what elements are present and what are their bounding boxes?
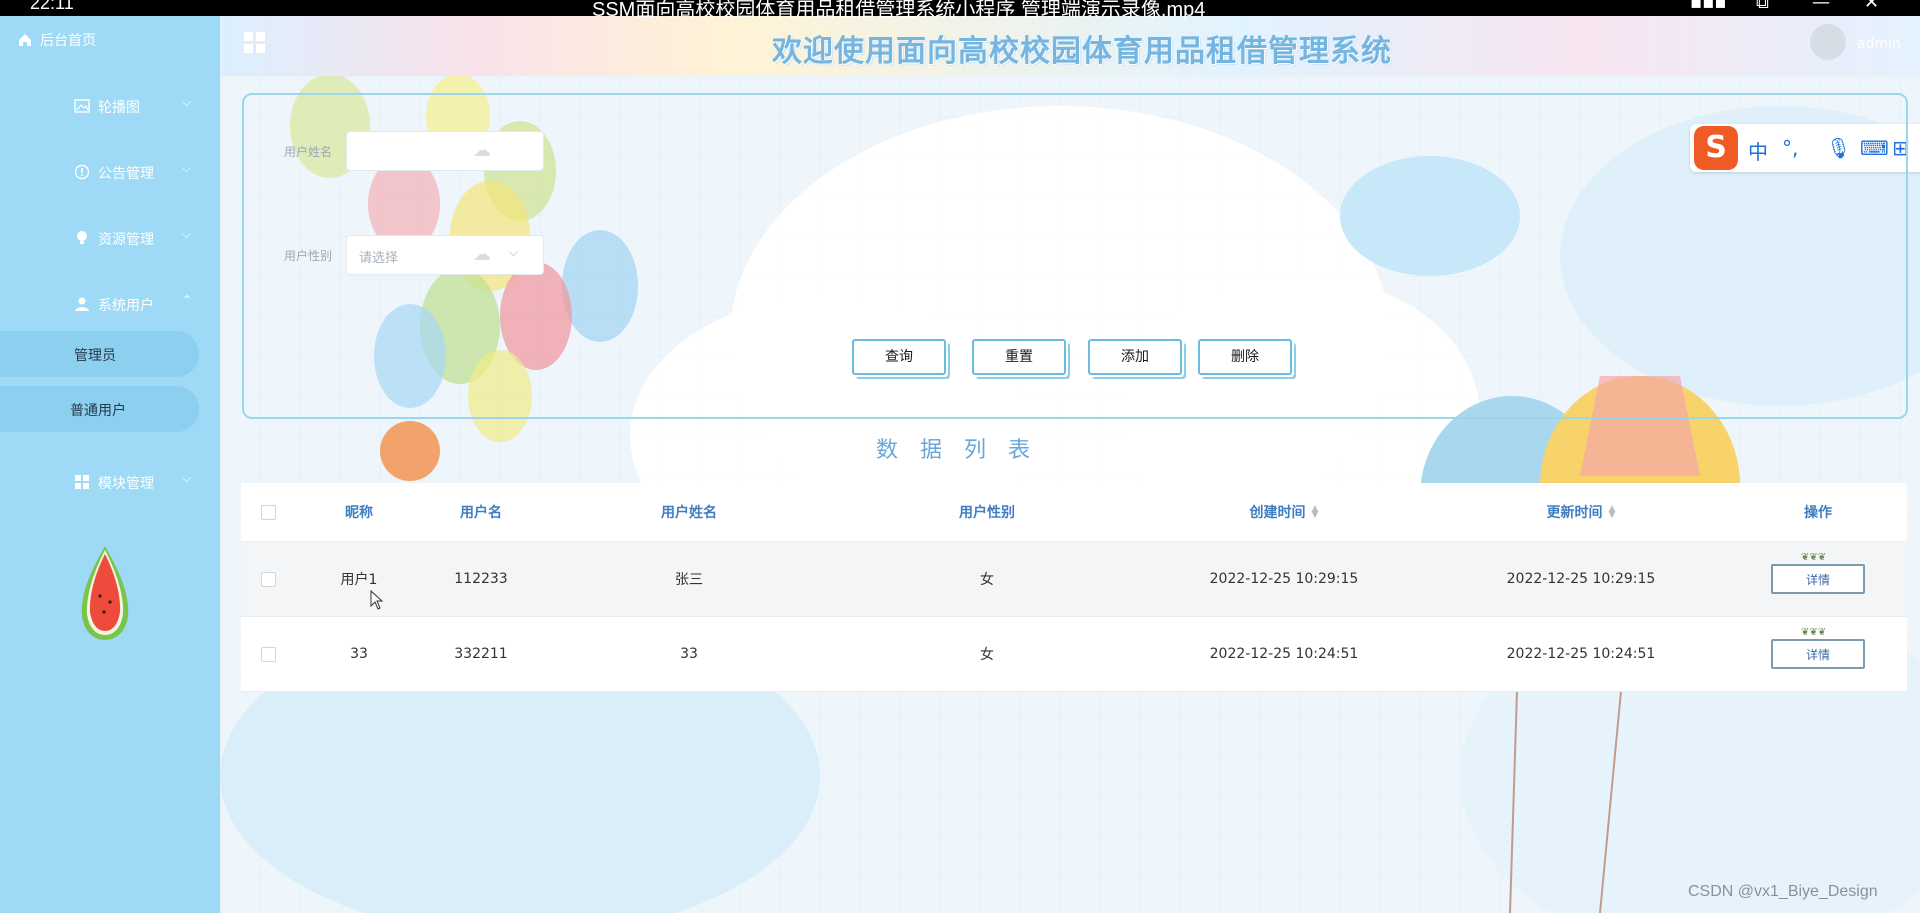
sidebar-item-label: 轮播图 xyxy=(98,100,140,116)
sidebar: 后台首页 轮播图 ⌵ 公告管理 ⌵ 资源管理 ⌵ 系统用户 ⌃ 管理员 普通用户… xyxy=(0,16,220,913)
row-select-cell xyxy=(241,542,295,616)
row-checkbox[interactable] xyxy=(260,646,276,662)
sidebar-item-carousel[interactable]: 轮播图 ⌵ xyxy=(0,86,220,126)
chevron-up-icon: ⌃ xyxy=(182,293,193,307)
leaf-icon: ❦❦❦ xyxy=(1801,627,1827,638)
detail-button-label: 详情 xyxy=(1805,647,1830,662)
row-select-cell xyxy=(241,617,295,691)
chevron-down-icon: ⌵ xyxy=(182,227,192,241)
name-label: 用户姓名 xyxy=(284,145,333,159)
info-icon xyxy=(74,164,90,180)
sidebar-item-modules[interactable]: 模块管理 ⌵ xyxy=(0,462,220,502)
col-nickname: 昵称 xyxy=(345,505,373,521)
pip-icon[interactable]: ⧉ xyxy=(1756,0,1769,13)
select-all-checkbox[interactable] xyxy=(260,504,276,520)
watermark: CSDN @vx1_Biye_Design xyxy=(1688,883,1878,900)
cell-username: 112233 xyxy=(454,571,508,587)
col-updated[interactable]: 更新时间 ▲ ▼ xyxy=(1433,483,1729,541)
sidebar-subitem-label: 普通用户 xyxy=(70,403,126,419)
data-table: 昵称 用户名 用户姓名 用户性别 创建时间 ▲ ▼ 更新时间 ▲ ▼ 操作 用户1 11… xyxy=(241,483,1907,692)
chevron-down-icon: ⌵ xyxy=(182,471,192,485)
col-updated-label: 更新时间 xyxy=(1546,505,1603,521)
page-title: 欢迎使用面向高校校园体育用品租借管理系统 xyxy=(772,34,1392,69)
chevron-down-icon: ⌵ xyxy=(509,245,519,259)
detail-button[interactable]: ❦❦❦ 详情 xyxy=(1771,627,1865,669)
sidebar-subitem-label: 管理员 xyxy=(74,348,116,364)
cell-action: ❦❦❦ 详情 xyxy=(1729,617,1907,691)
delete-button[interactable]: 删除 xyxy=(1198,339,1292,375)
cell-realname: 33 xyxy=(680,646,698,662)
sidebar-item-resource[interactable]: 资源管理 ⌵ xyxy=(0,218,220,258)
sidebar-item-label: 模块管理 xyxy=(98,476,154,492)
sidebar-home[interactable]: 后台首页 xyxy=(18,30,96,50)
col-created-label: 创建时间 xyxy=(1249,505,1306,521)
mouse-cursor-icon xyxy=(370,590,384,610)
grid-icon xyxy=(75,475,89,489)
video-title: SSM面向高校校园体育用品租借管理系统小程序 管理端演示录像.mp4 xyxy=(592,0,1206,21)
col-username: 用户名 xyxy=(460,505,502,521)
cell-action: ❦❦❦ 详情 xyxy=(1729,542,1907,616)
detail-button[interactable]: ❦❦❦ 详情 xyxy=(1771,552,1865,594)
reset-button[interactable]: 重置 xyxy=(972,339,1066,375)
sidebar-item-notice[interactable]: 公告管理 ⌵ xyxy=(0,152,220,192)
sidebar-subitem-regular-users[interactable]: 普通用户 xyxy=(0,386,199,432)
username-label[interactable]: admin xyxy=(1857,36,1901,52)
query-button[interactable]: 查询 xyxy=(852,339,946,375)
gender-select[interactable]: 请选择 ☁ ⌵ xyxy=(346,235,544,275)
video-time: 22:11 xyxy=(30,0,74,13)
user-icon xyxy=(75,297,89,311)
home-icon xyxy=(19,34,31,46)
sidebar-home-label: 后台首页 xyxy=(40,33,96,49)
minimize-icon[interactable]: — xyxy=(1812,0,1830,13)
chevron-down-icon: ⌵ xyxy=(182,161,192,175)
gender-label: 用户性别 xyxy=(284,249,333,263)
leaf-icon: ❦❦❦ xyxy=(1801,552,1827,563)
list-title: 数据列表 xyxy=(876,438,1053,463)
add-button[interactable]: 添加 xyxy=(1088,339,1182,375)
bulb-icon xyxy=(77,231,87,244)
menu-icon[interactable]: ▪▪▪ xyxy=(1690,0,1727,13)
cloud-icon: ☁ xyxy=(473,140,491,161)
select-all-cell xyxy=(241,483,295,541)
sort-icon[interactable]: ▲ ▼ xyxy=(1312,505,1319,520)
cell-nickname: 用户1 xyxy=(340,572,378,588)
sidebar-subitem-admins[interactable]: 管理员 xyxy=(0,331,199,377)
table-row: 33 332211 33 女 2022-12-25 10:24:51 2022-… xyxy=(241,617,1907,692)
cell-updated: 2022-12-25 10:24:51 xyxy=(1506,646,1656,662)
cell-created: 2022-12-25 10:29:15 xyxy=(1209,571,1359,587)
menu-toggle-icon[interactable] xyxy=(244,32,266,54)
table-header: 昵称 用户名 用户姓名 用户性别 创建时间 ▲ ▼ 更新时间 ▲ ▼ 操作 xyxy=(241,483,1907,542)
top-header: 欢迎使用面向高校校园体育用品租借管理系统 admin xyxy=(220,16,1920,76)
video-title-bar: 22:11 SSM面向高校校园体育用品租借管理系统小程序 管理端演示录像.mp4… xyxy=(0,0,1920,21)
cell-realname: 张三 xyxy=(675,572,703,588)
row-checkbox[interactable] xyxy=(260,571,276,587)
search-panel: 用户姓名 ☁ 用户性别 请选择 ☁ ⌵ 查询 重置 添加 删除 xyxy=(242,93,1908,419)
cell-nickname: 33 xyxy=(350,646,368,662)
chevron-down-icon: ⌵ xyxy=(182,95,192,109)
cell-gender: 女 xyxy=(980,572,994,588)
cell-updated: 2022-12-25 10:29:15 xyxy=(1506,571,1656,587)
col-gender: 用户性别 xyxy=(959,505,1015,521)
sort-icon[interactable]: ▲ ▼ xyxy=(1609,505,1616,520)
col-realname: 用户姓名 xyxy=(661,505,717,521)
avatar[interactable] xyxy=(1810,24,1846,60)
col-created[interactable]: 创建时间 ▲ ▼ xyxy=(1135,483,1433,541)
gender-placeholder: 请选择 xyxy=(359,251,399,266)
cell-username: 332211 xyxy=(454,646,508,662)
close-icon[interactable]: ✕ xyxy=(1864,0,1879,13)
cell-gender: 女 xyxy=(980,647,994,663)
sidebar-item-label: 系统用户 xyxy=(98,298,154,314)
sidebar-item-system-users[interactable]: 系统用户 ⌃ xyxy=(0,284,220,324)
detail-button-label: 详情 xyxy=(1805,572,1830,587)
sidebar-item-label: 资源管理 xyxy=(98,232,154,248)
cell-created: 2022-12-25 10:24:51 xyxy=(1209,646,1359,662)
image-icon xyxy=(74,99,90,113)
sidebar-item-label: 公告管理 xyxy=(98,166,154,182)
cloud-icon: ☁ xyxy=(473,244,491,265)
name-input[interactable]: ☁ xyxy=(346,131,544,171)
col-action: 操作 xyxy=(1804,505,1832,521)
watermelon-logo xyxy=(81,546,129,640)
table-row: 用户1 112233 张三 女 2022-12-25 10:29:15 2022… xyxy=(241,542,1907,617)
